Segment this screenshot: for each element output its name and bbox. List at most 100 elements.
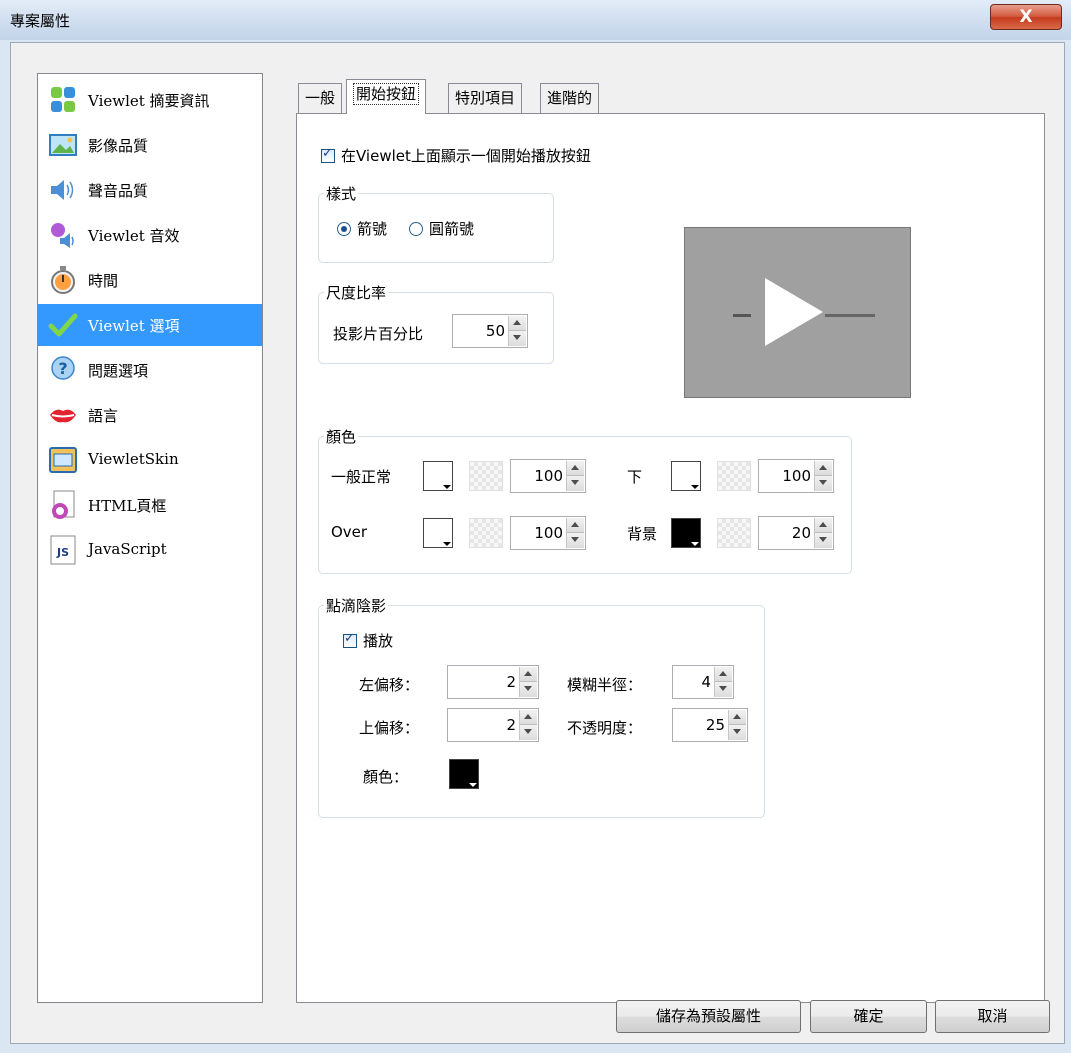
normal-color-label: 一般正常: [331, 468, 392, 486]
increment-arrow-icon[interactable]: [815, 461, 832, 476]
round-arrow-radio[interactable]: [409, 222, 423, 236]
blur-radius-value: 4: [701, 673, 711, 691]
sidebar-item-viewletskin[interactable]: ViewletSkin: [38, 439, 262, 481]
stepper-arrows: [714, 667, 732, 697]
normal-opacity-stepper[interactable]: 100: [510, 459, 586, 493]
sidebar-item-image-quality[interactable]: 影像品質: [38, 124, 262, 166]
sidebar-item-label: 問題選項: [88, 362, 149, 380]
play-arrow-icon: [733, 278, 875, 346]
background-color-label: 背景: [627, 525, 658, 543]
decrement-arrow-icon[interactable]: [567, 533, 584, 548]
sidebar-item-timing[interactable]: 時間: [38, 259, 262, 301]
sidebar-item-label: ViewletSkin: [88, 450, 179, 468]
lips-icon: [50, 409, 76, 423]
opacity-stepper[interactable]: 25: [672, 708, 748, 742]
normal-color-swatch[interactable]: [423, 461, 453, 491]
increment-arrow-icon[interactable]: [520, 710, 537, 725]
normal-alpha-preview: [469, 461, 503, 491]
stepper-arrows: [814, 518, 832, 548]
blur-radius-label: 模糊半徑：: [567, 676, 643, 694]
scale-group-title: 尺度比率: [324, 282, 389, 303]
tab-special-items[interactable]: 特別項目: [448, 83, 523, 113]
background-opacity-value: 20: [791, 524, 811, 542]
decrement-arrow-icon[interactable]: [509, 331, 526, 346]
slide-percent-stepper[interactable]: 50: [452, 314, 528, 348]
close-button[interactable]: X: [990, 4, 1062, 30]
html-frame-icon: [52, 490, 75, 519]
sidebar-item-label: Viewlet 摘要資訊: [88, 92, 210, 110]
tab-general[interactable]: 一般: [298, 83, 343, 113]
left-offset-stepper[interactable]: 2: [447, 665, 539, 699]
blur-radius-stepper[interactable]: 4: [672, 665, 734, 699]
background-opacity-stepper[interactable]: 20: [758, 516, 834, 550]
sidebar-item-language[interactable]: 語言: [38, 394, 262, 436]
tab-label: 開始按鈕: [353, 83, 420, 105]
increment-arrow-icon[interactable]: [567, 461, 584, 476]
shadow-color-swatch[interactable]: [449, 759, 479, 789]
sidebar-item-viewlet-options[interactable]: Viewlet 選項: [38, 304, 262, 346]
tab-advanced[interactable]: 進階的: [540, 83, 600, 113]
stopwatch-icon: [51, 266, 75, 294]
over-opacity-stepper[interactable]: 100: [510, 516, 586, 550]
stepper-arrows: [566, 461, 584, 491]
decrement-arrow-icon[interactable]: [815, 533, 832, 548]
top-offset-stepper[interactable]: 2: [447, 708, 539, 742]
round-arrow-radio-label: 圓箭號: [429, 220, 475, 238]
start-button-panel: 在Viewlet上面顯示一個開始播放按鈕 樣式 箭號 圓箭號 尺度比率 投影片百…: [296, 113, 1045, 1003]
increment-arrow-icon[interactable]: [520, 667, 537, 682]
show-start-button-checkbox[interactable]: [321, 146, 335, 163]
decrement-arrow-icon[interactable]: [815, 476, 832, 491]
sidebar-item-audio-quality[interactable]: 聲音品質: [38, 169, 262, 211]
sidebar-item-label: HTML頁框: [88, 497, 167, 515]
background-color-swatch[interactable]: [671, 518, 701, 548]
speaker-icon: [51, 180, 74, 200]
slide-percent-label: 投影片百分比: [333, 325, 424, 343]
image-icon: [49, 134, 77, 156]
arrow-radio[interactable]: [337, 222, 351, 236]
decrement-arrow-icon[interactable]: [715, 682, 732, 697]
colors-group: [318, 436, 852, 574]
decrement-arrow-icon[interactable]: [520, 682, 537, 697]
increment-arrow-icon[interactable]: [729, 710, 746, 725]
sidebar-item-label: 語言: [88, 407, 119, 425]
decrement-arrow-icon[interactable]: [729, 725, 746, 740]
background-alpha-preview: [717, 518, 751, 548]
sidebar-item-javascript[interactable]: JS JavaScript: [38, 529, 262, 571]
slide-percent-value: 50: [485, 322, 505, 340]
down-opacity-stepper[interactable]: 100: [758, 459, 834, 493]
javascript-icon: JS: [50, 535, 76, 565]
stepper-arrows: [814, 461, 832, 491]
sidebar-item-summary[interactable]: Viewlet 摘要資訊: [38, 79, 262, 121]
decrement-arrow-icon[interactable]: [520, 725, 537, 740]
sidebar-item-question-options[interactable]: ? 問題選項: [38, 349, 262, 391]
tab-start-button[interactable]: 開始按鈕: [346, 79, 427, 114]
style-group-title: 樣式: [324, 183, 359, 204]
sidebar-item-label: 聲音品質: [88, 182, 149, 200]
over-color-swatch[interactable]: [423, 518, 453, 548]
ok-button[interactable]: 確定: [810, 1000, 927, 1033]
drop-shadow-group-title: 點滴陰影: [324, 595, 389, 616]
sidebar-item-sound-effects[interactable]: Viewlet 音效: [38, 214, 262, 256]
decrement-arrow-icon[interactable]: [567, 476, 584, 491]
svg-text:JS: JS: [56, 546, 69, 559]
cancel-button[interactable]: 取消: [935, 1000, 1050, 1033]
increment-arrow-icon[interactable]: [715, 667, 732, 682]
title-bar: 專案屬性 X: [0, 0, 1071, 40]
increment-arrow-icon[interactable]: [815, 518, 832, 533]
increment-arrow-icon[interactable]: [509, 316, 526, 331]
close-icon: X: [1019, 7, 1033, 27]
over-color-label: Over: [331, 523, 368, 541]
down-color-swatch[interactable]: [671, 461, 701, 491]
down-color-label: 下: [627, 468, 643, 486]
sidebar-item-html-frame[interactable]: HTML頁框: [38, 484, 262, 526]
shadow-color-label: 顏色：: [363, 768, 409, 786]
skin-window-icon: [49, 447, 77, 473]
tab-label: 進階的: [547, 89, 593, 107]
increment-arrow-icon[interactable]: [567, 518, 584, 533]
normal-opacity-value: 100: [534, 467, 563, 485]
summary-icon: [51, 87, 75, 112]
show-start-button-label: 在Viewlet上面顯示一個開始播放按鈕: [341, 147, 591, 165]
shadow-play-checkbox[interactable]: [343, 631, 357, 648]
save-as-default-button[interactable]: 儲存為預設屬性: [616, 1000, 801, 1033]
tab-label: 一般: [305, 89, 336, 107]
